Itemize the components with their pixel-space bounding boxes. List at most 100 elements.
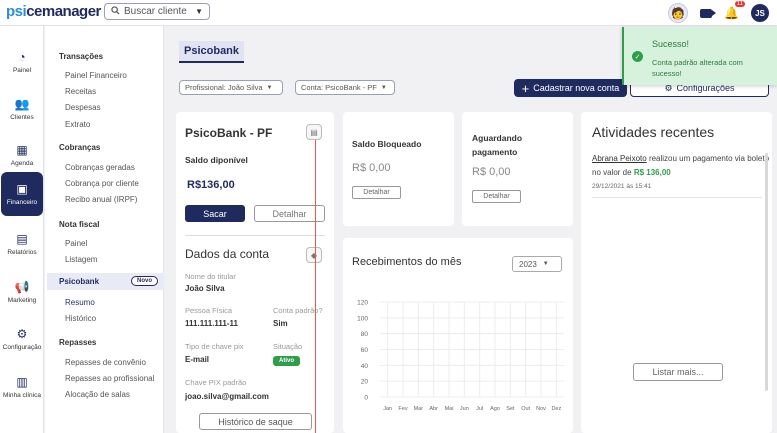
rail-item-clientes[interactable]: 👥 Clientes [0,87,44,131]
tipo-label: Tipo de chave pix [185,342,244,351]
search-client-select[interactable]: Buscar cliente ▼ [104,3,210,20]
add-account-button[interactable]: + Cadastrar nova conta [514,79,627,97]
x-tick-label: Jul [476,406,483,412]
rail-item-relatorios[interactable]: ▤ Relatórios [0,222,44,266]
x-tick-label: Fev [398,406,407,412]
year-value: 2023 [519,259,537,269]
bloqueado-detalhar-button[interactable]: Detalhar [352,186,401,199]
chevron-down-icon: ▼ [266,84,273,91]
activity-date: 29/12/2021 às 15:41 [592,183,652,190]
submenu-group-repasses: Repasses [59,338,97,347]
activity-item: Abrana Peixoto realizou um pagamento via… [592,152,770,180]
rail-label: Minha clínica [3,392,41,399]
situacao-label: Situação [273,342,303,351]
y-tick-label: 0 [364,395,368,402]
chave-label: Chave PIX padrão [185,378,247,387]
historico-saque-button[interactable]: Histórico de saque [199,413,312,430]
submenu-item-repasses-profissional[interactable]: Repasses ao profissional [65,374,154,383]
submenu-item-painel-financeiro[interactable]: Painel Financeiro [65,71,127,80]
x-tick-label: Mai [445,406,454,412]
dados-title: Dados da conta [185,247,270,261]
activity-scrollbar[interactable] [765,153,768,391]
y-tick-label: 120 [357,300,368,307]
pessoa-label: Pessoa Física [185,306,233,315]
calendar-icon: ▦ [16,143,28,157]
y-tick-label: 80 [361,331,369,338]
rail-label: Agenda [10,160,34,167]
submenu-item-repasses-convenio[interactable]: Repasses de convênio [65,358,146,367]
page-title: Psicobank [179,41,245,63]
x-tick-label: Mar [414,406,424,412]
nome-label: Nome do titular [185,272,236,281]
submenu-item-cobranca-cliente[interactable]: Cobrança por cliente [65,179,139,188]
x-tick-label: Out [521,406,530,412]
submenu-item-receitas[interactable]: Receitas [65,87,96,96]
x-tick-label: Dez [551,406,561,412]
video-icon[interactable] [700,8,717,18]
toast-message: Conta padrão alterada com sucesso! [652,58,743,78]
chevron-down-icon: ▼ [542,261,549,267]
rail-item-minha-clinica[interactable]: ▥ Minha clínica [0,365,44,409]
bloqueado-title: Saldo Bloqueado [352,139,422,149]
bell-icon[interactable]: 🔔 11 [724,1,745,20]
y-tick-label: 100 [357,315,368,322]
card-scroll-top-icon[interactable]: ▤ [306,124,322,140]
activity-client-link[interactable]: Abrana Peixoto [592,154,647,163]
submenu-item-recibo-anual[interactable]: Recibo anual (IRPF) [65,195,137,204]
submenu-item-nf-listagem[interactable]: Listagem [65,255,97,264]
rail-item-configuracao[interactable]: ⚙ Configuração [0,317,44,361]
sacar-button[interactable]: Sacar [185,205,245,222]
submenu-item-resumo[interactable]: Resumo [65,298,95,307]
rail-label: Marketing [7,297,37,304]
nome-value: João Silva [185,284,225,293]
submenu-item-alocacao-salas[interactable]: Alocação de salas [65,390,130,399]
x-tick-label: Set [506,406,515,412]
avatar[interactable]: JS [751,4,769,22]
conta-select-value: Conta: PsicoBank - PF [301,83,377,92]
top-bar: psicemanager Buscar cliente ▼ 🧑 🔔 11 JS [0,0,777,26]
scroll-guide-line [315,140,316,433]
rail-label: Relatórios [7,249,37,256]
conta-select[interactable]: Conta: PsicoBank - PF ▼ [295,80,395,95]
rail-label: Configuração [2,344,42,351]
logo-text: cemanager [26,3,101,20]
submenu-item-historico[interactable]: Histórico [65,314,96,323]
account-title: PsicoBank - PF [185,126,273,140]
profissional-select[interactable]: Profissional: João Silva ▼ [179,80,283,95]
status-badge: Ativo [273,356,300,366]
x-tick-label: Nov [536,406,546,412]
document-icon: ▤ [16,232,28,246]
rail-item-agenda[interactable]: ▦ Agenda [0,133,44,177]
submenu-item-psicobank[interactable]: Psicobank Novo [47,273,164,290]
year-select[interactable]: 2023 ▼ [512,256,562,272]
plus-icon: + [521,80,530,96]
submenu-item-extrato[interactable]: Extrato [65,120,90,129]
rail-label: Financeiro [6,199,38,206]
submenu-item-cobrancas-geradas[interactable]: Cobranças geradas [65,163,135,172]
logo[interactable]: psicemanager [6,3,101,20]
diamond-icon[interactable]: ◆ [306,247,322,263]
new-badge: Novo [131,276,158,286]
aguardando-title: Aguardando pagamento [472,133,523,157]
pessoa-value: 111.111.111-11 [185,319,238,328]
success-toast: ✓ Sucesso! Conta padrão alterada com suc… [622,27,777,85]
building-icon: ▥ [16,375,28,389]
submenu-group-nota-fiscal: Nota fiscal [59,220,100,229]
icon-rail: ◔ Painel 👥 Clientes ▦ Agenda ▣ Financeiro ▤ R… [0,26,44,433]
chave-value: joao.silva@gmail.com [185,392,269,401]
saldo-value: R$136,00 [187,179,235,191]
aguardando-detalhar-button[interactable]: Detalhar [472,190,521,203]
chevron-down-icon: ▼ [380,84,387,91]
listar-mais-button[interactable]: Listar mais... [633,363,723,381]
rail-item-financeiro[interactable]: ▣ Financeiro [1,172,43,216]
submenu-item-despesas[interactable]: Despesas [65,103,101,112]
divider [592,197,762,198]
add-account-label: Cadastrar nova conta [533,83,620,93]
submenu-item-nf-painel[interactable]: Painel [65,239,87,248]
rail-item-marketing[interactable]: 📢 Marketing [0,270,44,314]
submenu-psicobank-label: Psicobank [59,277,100,286]
support-avatar-icon[interactable]: 🧑 [668,3,689,23]
rail-item-painel[interactable]: ◔ Painel [0,40,44,84]
x-tick-label: Abr [429,406,438,412]
tipo-value: E-mail [185,355,210,364]
